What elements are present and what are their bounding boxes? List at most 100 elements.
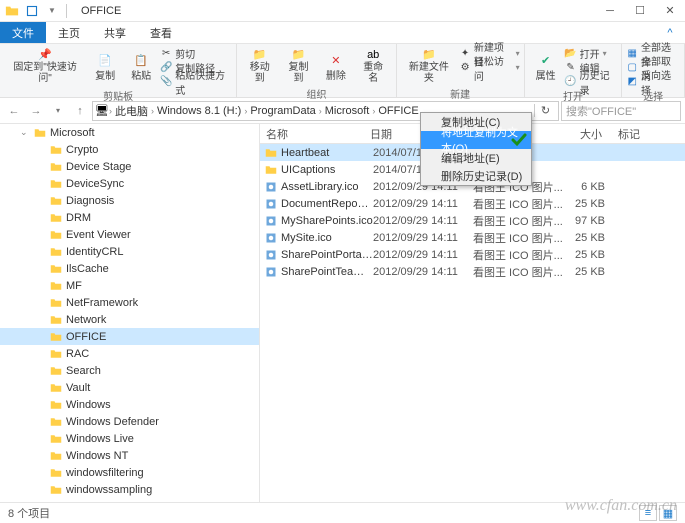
tab-view[interactable]: 查看 bbox=[138, 22, 184, 43]
tree-item[interactable]: NetFramework bbox=[0, 294, 259, 311]
selectnone-icon: ▢ bbox=[626, 62, 638, 74]
cut-button[interactable]: ✂剪切 bbox=[160, 47, 232, 60]
copy-button[interactable]: 📄复制 bbox=[88, 46, 122, 86]
open-icon: 📂 bbox=[565, 48, 577, 60]
back-button[interactable]: ← bbox=[4, 101, 24, 121]
tree-item[interactable]: OFFICE bbox=[0, 328, 259, 345]
crumb-drive[interactable]: Windows 8.1 (H:) bbox=[154, 105, 244, 117]
col-tag[interactable]: 标记 bbox=[610, 126, 685, 142]
minimize-button[interactable]: ─ bbox=[595, 0, 625, 22]
tab-file[interactable]: 文件 bbox=[0, 22, 46, 43]
tree-item-label: Event Viewer bbox=[66, 229, 131, 241]
file-name: MySite.ico bbox=[281, 232, 373, 244]
tree-item[interactable]: Windows bbox=[0, 396, 259, 413]
folder-icon bbox=[49, 143, 63, 157]
paste-shortcut-button[interactable]: 📎粘贴快捷方式 bbox=[160, 75, 232, 88]
tree-item[interactable]: Crypto bbox=[0, 141, 259, 158]
table-row[interactable]: SharePointTeamSi...2012/09/29 14:11看图王 I… bbox=[260, 263, 685, 280]
crumb-p1[interactable]: ProgramData bbox=[247, 105, 318, 117]
tree-item[interactable]: Device Stage bbox=[0, 158, 259, 175]
up-button[interactable]: ↑ bbox=[70, 101, 90, 121]
tree-item[interactable]: Diagnosis bbox=[0, 192, 259, 209]
folder-icon bbox=[49, 432, 63, 446]
col-name[interactable]: 名称 bbox=[260, 126, 370, 142]
tree-item[interactable]: DeviceSync bbox=[0, 175, 259, 192]
tree-item-label: windowssampling bbox=[66, 484, 152, 496]
maximize-button[interactable]: ☐ bbox=[625, 0, 655, 22]
tree-item[interactable]: Windows NT bbox=[0, 447, 259, 464]
edit-icon: ✎ bbox=[565, 62, 577, 74]
history-button[interactable]: 🕘历史记录 bbox=[565, 75, 618, 88]
tab-share[interactable]: 共享 bbox=[92, 22, 138, 43]
easyaccess-button[interactable]: ⚙轻松访问▾ bbox=[459, 61, 519, 74]
file-type: 看图王 ICO 图片... bbox=[473, 213, 563, 229]
invert-button[interactable]: ◩反向选择 bbox=[626, 75, 680, 88]
tab-home[interactable]: 主页 bbox=[46, 22, 92, 43]
col-size[interactable]: 大小 bbox=[560, 126, 610, 142]
folder-icon bbox=[49, 398, 63, 412]
tree-item[interactable]: DRM bbox=[0, 209, 259, 226]
tree-item-label: DRM bbox=[66, 212, 91, 224]
tree-item[interactable]: RAC bbox=[0, 345, 259, 362]
file-name: MySharePoints.ico bbox=[281, 215, 373, 227]
table-row[interactable]: DocumentReposit...2012/09/29 14:11看图王 IC… bbox=[260, 195, 685, 212]
tree-item[interactable]: IdentityCRL bbox=[0, 243, 259, 260]
tree-item-label: Windows Live bbox=[66, 433, 134, 445]
folder-icon bbox=[49, 160, 63, 174]
menu-copy-as-text[interactable]: 将地址复制为文本(O) bbox=[421, 131, 531, 149]
folder-tree[interactable]: ⌄Microsoft Crypto Device StageDeviceSyncDi… bbox=[0, 124, 260, 502]
table-row[interactable]: SharePointPortalS...2012/09/29 14:11看图王 … bbox=[260, 246, 685, 263]
pin-button[interactable]: 📌固定到"快速访问" bbox=[4, 46, 86, 86]
tree-item[interactable]: windowssampling bbox=[0, 481, 259, 498]
tree-item[interactable]: IlsCache bbox=[0, 260, 259, 277]
folder-icon bbox=[4, 3, 20, 19]
table-row[interactable]: MySite.ico2012/09/29 14:11看图王 ICO 图片...2… bbox=[260, 229, 685, 246]
rename-button[interactable]: ab重命名 bbox=[355, 46, 392, 86]
file-name: DocumentReposit... bbox=[281, 198, 373, 210]
menu-edit-address[interactable]: 编辑地址(E) bbox=[421, 149, 531, 167]
table-row[interactable]: MySharePoints.ico2012/09/29 14:11看图王 ICO… bbox=[260, 212, 685, 229]
moveto-button[interactable]: 📁移动到 bbox=[241, 46, 278, 86]
view-icons-button[interactable]: ▦ bbox=[659, 505, 677, 521]
menu-delete-history[interactable]: 删除历史记录(D) bbox=[421, 167, 531, 185]
tree-item[interactable]: WPD bbox=[0, 498, 259, 502]
easy-icon: ⚙ bbox=[459, 62, 471, 74]
tree-item[interactable]: Vault bbox=[0, 379, 259, 396]
tree-item[interactable]: Windows Live bbox=[0, 430, 259, 447]
open-button[interactable]: 📂打开▾ bbox=[565, 47, 618, 60]
crumb-p2[interactable]: Microsoft bbox=[322, 105, 373, 117]
paste-button[interactable]: 📋粘贴 bbox=[124, 46, 158, 86]
expand-icon: ⌄ bbox=[20, 127, 30, 138]
folder-icon bbox=[49, 228, 63, 242]
crumb-pc[interactable]: 此电脑 bbox=[112, 103, 151, 119]
file-name: SharePointPortalS... bbox=[281, 249, 373, 261]
file-name: AssetLibrary.ico bbox=[281, 181, 373, 193]
view-details-button[interactable]: ≡ bbox=[639, 505, 657, 521]
close-button[interactable]: ✕ bbox=[655, 0, 685, 22]
tree-item[interactable]: Search bbox=[0, 362, 259, 379]
tree-item[interactable]: MF bbox=[0, 277, 259, 294]
properties-button[interactable]: ✔属性 bbox=[529, 46, 563, 86]
tree-item[interactable]: ⌄Microsoft bbox=[0, 124, 259, 141]
tree-item-label: Crypto bbox=[66, 144, 98, 156]
file-date: 2012/09/29 14:11 bbox=[373, 198, 473, 210]
newfolder-button[interactable]: 📁新建文件夹 bbox=[401, 46, 458, 86]
tree-item[interactable]: Event Viewer bbox=[0, 226, 259, 243]
tree-item[interactable]: Network bbox=[0, 311, 259, 328]
tree-item[interactable]: windowsfiltering bbox=[0, 464, 259, 481]
file-name: Heartbeat bbox=[281, 147, 373, 159]
folder-icon bbox=[49, 381, 63, 395]
file-date: 2012/09/29 14:11 bbox=[373, 266, 473, 278]
forward-button[interactable]: → bbox=[26, 101, 46, 121]
qat-dropdown-icon[interactable]: ▼ bbox=[44, 3, 60, 19]
copyto-button[interactable]: 📁复制到 bbox=[280, 46, 317, 86]
crumb-p3[interactable]: OFFICE bbox=[375, 105, 421, 117]
qat-icon[interactable] bbox=[24, 3, 40, 19]
search-input[interactable]: 搜索"OFFICE" bbox=[561, 101, 681, 121]
folder-icon bbox=[49, 177, 63, 191]
delete-button[interactable]: ✕删除 bbox=[319, 46, 353, 86]
moveto-icon: 📁 bbox=[250, 48, 270, 61]
tree-item[interactable]: Windows Defender bbox=[0, 413, 259, 430]
refresh-button[interactable]: ↻ bbox=[534, 104, 556, 117]
recent-dropdown[interactable]: ▾ bbox=[48, 101, 68, 121]
